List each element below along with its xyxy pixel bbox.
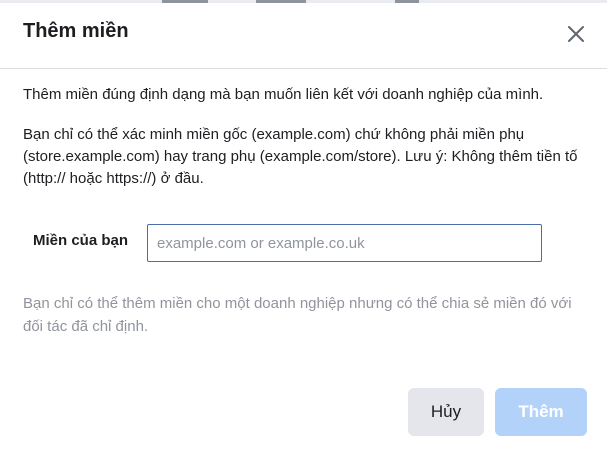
add-button[interactable]: Thêm	[495, 388, 587, 436]
cancel-button[interactable]: Hủy	[408, 388, 484, 436]
domain-input[interactable]	[147, 224, 542, 262]
dialog-title: Thêm miền	[23, 20, 129, 42]
close-button[interactable]	[560, 18, 592, 50]
add-domain-dialog: Thêm miền Thêm miền đúng định dạng mà bạ…	[0, 0, 607, 454]
close-icon	[568, 26, 584, 42]
domain-field-label: Miền của bạn	[33, 232, 129, 249]
details-text: Bạn chỉ có thể xác minh miền gốc (exampl…	[23, 126, 578, 187]
dialog-header: Thêm miền	[0, 3, 607, 69]
help-text: Bạn chỉ có thể thêm miền cho một doanh n…	[23, 295, 572, 335]
intro-text: Thêm miền đúng định dạng mà bạn muốn liê…	[23, 86, 544, 103]
